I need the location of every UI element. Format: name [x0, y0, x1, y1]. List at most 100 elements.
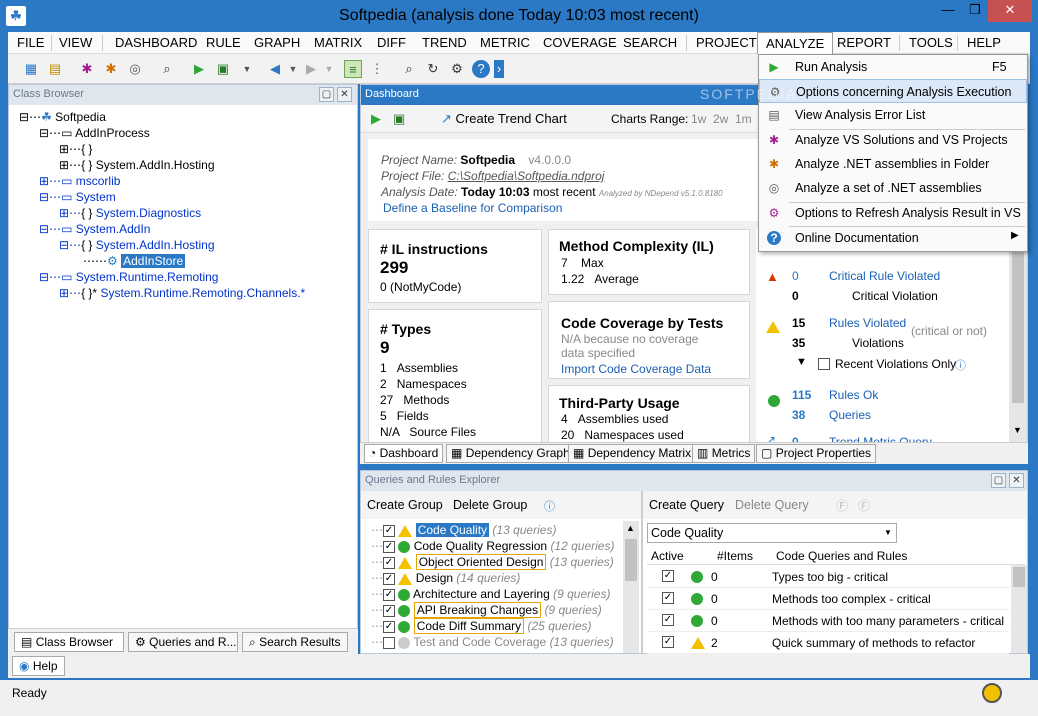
list-icon[interactable]: ⋮: [368, 60, 386, 78]
forward-dropdown-icon[interactable]: ▼: [320, 60, 338, 78]
tab-queries-rules[interactable]: ⚙ Queries and R...: [128, 632, 238, 652]
new-project-icon[interactable]: ▦: [22, 60, 40, 78]
menu-item-analyze-set[interactable]: ◎ Analyze a set of .NET assemblies: [759, 176, 1027, 200]
rules-violated-link[interactable]: Rules Violated: [829, 316, 906, 330]
group-checkbox[interactable]: ✓: [383, 620, 395, 633]
queries-scrollbar[interactable]: [1011, 565, 1027, 653]
create-group-button[interactable]: Create Group: [367, 498, 443, 512]
run-analysis-icon[interactable]: ▶: [190, 60, 208, 78]
tab-dashboard[interactable]: ◔ Dashboard: [364, 444, 444, 463]
menu-item-online-docs[interactable]: ? Online Documentation ▶: [759, 226, 1027, 250]
tab-project-properties[interactable]: ▢ Project Properties: [756, 444, 877, 463]
column-active[interactable]: Active: [651, 549, 684, 563]
run-analysis-icon[interactable]: ▶: [371, 111, 381, 127]
query-editor-icon[interactable]: ≡: [344, 60, 362, 78]
back-icon[interactable]: Ⓕ: [836, 497, 848, 514]
group-row[interactable]: ⋯ ✓ Object Oriented Design (13 queries): [371, 554, 614, 570]
menu-project[interactable]: PROJECT: [696, 35, 757, 50]
tree-node[interactable]: ⊟⋯▭ AddInProcess: [39, 126, 150, 140]
range-1w[interactable]: 1w: [691, 112, 706, 126]
panel-close-icon[interactable]: ✕: [1009, 473, 1024, 488]
menu-report[interactable]: REPORT: [837, 35, 891, 50]
group-checkbox[interactable]: [383, 636, 395, 649]
tab-metrics[interactable]: ▥ Metrics: [692, 444, 756, 463]
menu-item-analyze-folder[interactable]: ✱ Analyze .NET assemblies in Folder: [759, 152, 1027, 176]
tree-node-root[interactable]: ⊟⋯☘ Softpedia: [19, 110, 106, 124]
group-row[interactable]: ⋯ ✓ Design (14 queries): [371, 571, 520, 585]
pin-icon[interactable]: ▢: [319, 87, 334, 102]
group-checkbox[interactable]: ✓: [383, 556, 395, 569]
menu-item-error-list[interactable]: ▤ View Analysis Error List: [759, 103, 1027, 127]
group-select[interactable]: Code Quality ▼: [647, 523, 897, 543]
range-2w[interactable]: 2w: [713, 112, 728, 126]
menu-matrix[interactable]: MATRIX: [314, 35, 362, 50]
menu-metric[interactable]: METRIC: [480, 35, 530, 50]
table-row[interactable]: ✓ 0 Methods too complex - critical: [647, 588, 1009, 610]
analyze-vs-icon[interactable]: ✱: [78, 60, 96, 78]
scrollbar-thumb[interactable]: [1013, 567, 1025, 587]
menu-item-analyze-vs[interactable]: ✱ Analyze VS Solutions and VS Projects: [759, 128, 1027, 152]
table-row[interactable]: ✓ 2 Quick summary of methods to refactor: [647, 632, 1009, 654]
scrollbar-thumb[interactable]: [625, 539, 637, 581]
help-button[interactable]: ◉ Help: [12, 656, 65, 676]
menu-search[interactable]: SEARCH: [623, 35, 677, 50]
menu-dashboard[interactable]: DASHBOARD: [115, 35, 197, 50]
tab-class-browser[interactable]: ▤ Class Browser: [14, 632, 124, 652]
magnifier-icon[interactable]: ⌕: [400, 60, 418, 78]
assemblies-icon[interactable]: ◎: [126, 60, 144, 78]
group-row[interactable]: ⋯ ✓ Architecture and Layering (9 queries): [371, 587, 610, 601]
info-icon[interactable]: ⓘ: [955, 357, 966, 373]
active-checkbox[interactable]: ✓: [662, 614, 674, 626]
group-checkbox[interactable]: ✓: [383, 604, 395, 617]
queries-link[interactable]: Queries: [829, 408, 871, 422]
menu-rule[interactable]: RULE: [206, 35, 241, 50]
tree-node[interactable]: ⊞⋯{ }* System.Runtime.Remoting.Channels.…: [59, 286, 305, 300]
delete-group-button[interactable]: Delete Group: [453, 498, 527, 512]
refresh-analysis-icon[interactable]: ▣: [393, 111, 405, 127]
define-baseline-link[interactable]: Define a Baseline for Comparison: [383, 201, 562, 215]
group-checkbox[interactable]: ✓: [383, 524, 395, 537]
tree-node[interactable]: ⊞⋯{ } System.AddIn.Hosting: [59, 158, 215, 172]
group-checkbox[interactable]: ✓: [383, 572, 395, 585]
active-checkbox[interactable]: ✓: [662, 636, 674, 648]
panel-close-icon[interactable]: ✕: [337, 87, 352, 102]
menu-coverage[interactable]: COVERAGE: [543, 35, 617, 50]
scroll-up-icon[interactable]: ▲: [626, 523, 635, 533]
menu-item-run-analysis[interactable]: ▶ Run Analysis F5: [759, 55, 1027, 79]
forward-icon[interactable]: Ⓕ: [858, 497, 870, 514]
tree-node[interactable]: ⊞⋯{ } System.Diagnostics: [59, 206, 201, 220]
column-queries-rules[interactable]: Code Queries and Rules: [776, 549, 907, 563]
menu-item-refresh-vs[interactable]: ⚙ Options to Refresh Analysis Result in V…: [759, 201, 1027, 225]
menu-diff[interactable]: DIFF: [377, 35, 406, 50]
create-trend-chart-button[interactable]: ↗ Create Trend Chart: [441, 111, 567, 127]
close-button[interactable]: ✕: [988, 0, 1032, 22]
table-row[interactable]: ✓ 0 Methods with too many parameters - cri…: [647, 610, 1009, 632]
group-checkbox[interactable]: ✓: [383, 588, 395, 601]
critical-rule-link[interactable]: Critical Rule Violated: [829, 269, 940, 283]
tab-dependency-matrix[interactable]: ▦ Dependency Matrix: [568, 444, 697, 463]
menu-item-options-analysis[interactable]: ⚙ Options concerning Analysis Execution: [759, 79, 1027, 103]
group-row[interactable]: ⋯ Test and Code Coverage (13 queries): [371, 635, 614, 649]
dropdown-arrow-icon[interactable]: ▼: [238, 60, 256, 78]
active-checkbox[interactable]: ✓: [662, 592, 674, 604]
tree-node[interactable]: ⊞⋯▭ mscorlib: [39, 174, 120, 188]
back-dropdown-icon[interactable]: ▼: [284, 60, 302, 78]
group-row[interactable]: ⋯ ✓ Code Quality Regression (12 queries): [371, 539, 614, 553]
tab-search-results[interactable]: ⌕ Search Results: [242, 632, 348, 652]
tree-node[interactable]: ⊟⋯{ } System.AddIn.Hosting: [59, 238, 215, 252]
info-icon[interactable]: ⓘ: [544, 498, 555, 514]
minimize-button[interactable]: —: [935, 0, 961, 22]
import-coverage-link[interactable]: Import Code Coverage Data: [561, 362, 711, 376]
tree-node-selected[interactable]: ⋯⋯⚙ AddInStore: [83, 254, 186, 268]
rules-ok-link[interactable]: Rules Ok: [829, 388, 878, 402]
menu-analyze[interactable]: ANALYZE: [757, 32, 834, 54]
project-file-link[interactable]: C:\Softpedia\Softpedia.ndproj: [448, 169, 605, 183]
table-row[interactable]: ✓ 0 Types too big - critical: [647, 566, 1009, 588]
menu-help[interactable]: HELP: [967, 35, 1001, 50]
menu-tools[interactable]: TOOLS: [909, 35, 953, 50]
create-query-button[interactable]: Create Query: [649, 498, 724, 512]
scroll-down-icon[interactable]: ▼: [1013, 425, 1022, 435]
menu-trend[interactable]: TREND: [422, 35, 467, 50]
tree-node[interactable]: ⊟⋯▭ System.AddIn: [39, 222, 150, 236]
active-checkbox[interactable]: ✓: [662, 570, 674, 582]
